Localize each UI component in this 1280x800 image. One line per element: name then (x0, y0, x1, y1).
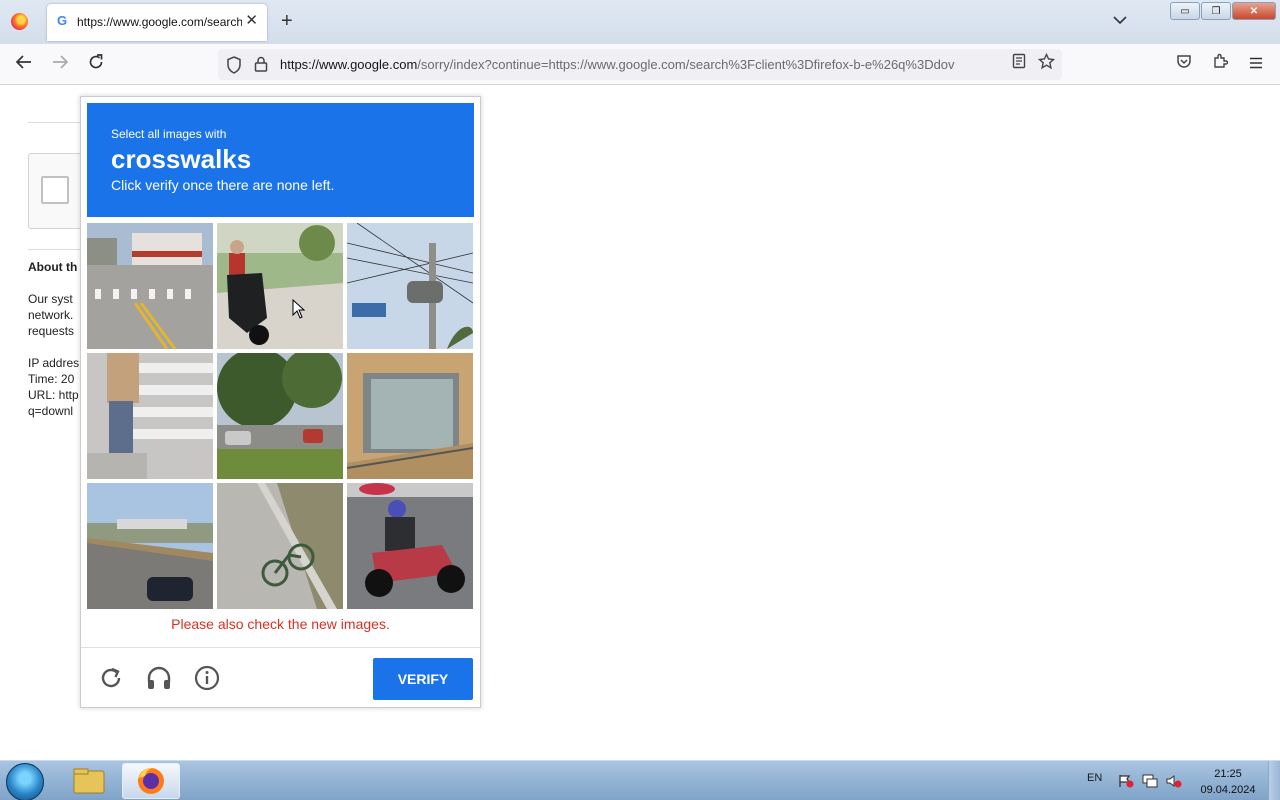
clock-time: 21:25 (1214, 768, 1242, 780)
query-line: q=downl (28, 404, 74, 418)
time-line: Time: 20 (28, 372, 75, 386)
challenge-header: Select all images with crosswalks Click … (87, 103, 474, 217)
image-tile-person-on-crosswalk[interactable] (87, 353, 213, 479)
recaptcha-checkbox[interactable] (41, 176, 69, 204)
about-heading: About th (28, 260, 78, 274)
image-tile-scooter-rider[interactable] (217, 223, 343, 349)
page-paragraph-line: network. (28, 308, 74, 322)
url-host: https://www.google.com (280, 57, 418, 72)
language-indicator[interactable]: EN (1087, 772, 1102, 784)
restore-button[interactable]: ❐ (1201, 2, 1231, 20)
image-tile-crosswalk-street[interactable] (87, 223, 213, 349)
extensions-icon[interactable] (1209, 53, 1231, 75)
audio-challenge-icon[interactable] (145, 664, 173, 692)
recaptcha-challenge: Select all images with crosswalks Click … (80, 96, 481, 708)
google-favicon-icon: G (57, 13, 68, 28)
recaptcha-checkbox-widget (28, 153, 88, 229)
browser-titlebar: G https://www.google.com/search ✕ + ▭ ❐ … (0, 0, 1280, 44)
app-menu-icon[interactable] (1245, 53, 1267, 75)
reload-challenge-icon[interactable] (97, 664, 125, 692)
url-line: URL: http (28, 388, 79, 402)
tracking-protection-shield-icon[interactable] (226, 56, 242, 74)
page-divider (28, 249, 88, 250)
tab-close-icon[interactable]: ✕ (245, 12, 258, 29)
instruction-subtext: Click verify once there are none left. (111, 177, 335, 193)
action-center-flag-icon[interactable] (1118, 774, 1134, 788)
url-text: https://www.google.com/sorry/index?conti… (280, 57, 1000, 72)
image-tile-trees-parking[interactable] (217, 353, 343, 479)
new-tab-button[interactable]: + (281, 10, 293, 32)
info-icon[interactable] (193, 664, 221, 692)
page-paragraph-line: requests (28, 324, 75, 338)
page-divider (28, 122, 88, 123)
reader-view-icon[interactable] (1008, 53, 1030, 75)
firefox-taskbar-icon[interactable] (122, 763, 180, 799)
instruction-target: crosswalks (111, 144, 252, 174)
lock-icon[interactable] (254, 56, 268, 72)
reload-icon[interactable] (85, 53, 107, 75)
image-tile-utility-pole[interactable] (347, 223, 473, 349)
pocket-icon[interactable] (1173, 53, 1195, 75)
volume-muted-icon[interactable] (1166, 774, 1182, 788)
url-path: /sorry/index?continue=https://www.google… (417, 57, 955, 72)
forward-icon[interactable] (49, 53, 71, 75)
close-window-button[interactable]: ✕ (1232, 2, 1276, 20)
image-tile-bicycle-on-sidewalk[interactable] (217, 483, 343, 609)
address-bar[interactable]: https://www.google.com/sorry/index?conti… (218, 49, 1062, 80)
network-icon[interactable] (1142, 774, 1158, 788)
image-tile-signboard[interactable] (347, 353, 473, 479)
list-all-tabs-icon[interactable] (1113, 14, 1127, 28)
system-clock[interactable]: 21:25 09.04.2024 (1196, 766, 1260, 798)
bookmark-star-icon[interactable] (1035, 52, 1057, 75)
image-tile-overpass-car[interactable] (87, 483, 213, 609)
instruction-prefix: Select all images with (111, 127, 227, 141)
back-icon[interactable] (13, 53, 35, 75)
verify-button[interactable]: VERIFY (373, 658, 473, 700)
footer-divider (81, 647, 480, 648)
page-paragraph-line: Our syst (28, 292, 73, 306)
window-controls: ▭ ❐ ✕ (1169, 2, 1276, 20)
firefox-menu-icon[interactable] (11, 13, 28, 30)
start-button[interactable] (6, 763, 44, 800)
windows-taskbar: EN 21:25 09.04.2024 (0, 760, 1280, 800)
navigation-toolbar: https://www.google.com/sorry/index?conti… (0, 44, 1280, 85)
minimize-button[interactable]: ▭ (1170, 2, 1200, 20)
image-tile-motorcycle-rider[interactable] (347, 483, 473, 609)
file-explorer-taskbar-icon[interactable] (60, 763, 118, 799)
ip-address-line: IP addres (28, 356, 80, 370)
browser-tab[interactable]: G https://www.google.com/search ✕ (47, 4, 267, 41)
image-grid (87, 223, 474, 609)
mouse-cursor-icon (292, 299, 306, 319)
tab-title: https://www.google.com/search (77, 15, 242, 29)
show-desktop-button[interactable] (1268, 761, 1280, 800)
clock-date: 09.04.2024 (1200, 784, 1256, 796)
new-images-message: Please also check the new images. (171, 616, 390, 632)
